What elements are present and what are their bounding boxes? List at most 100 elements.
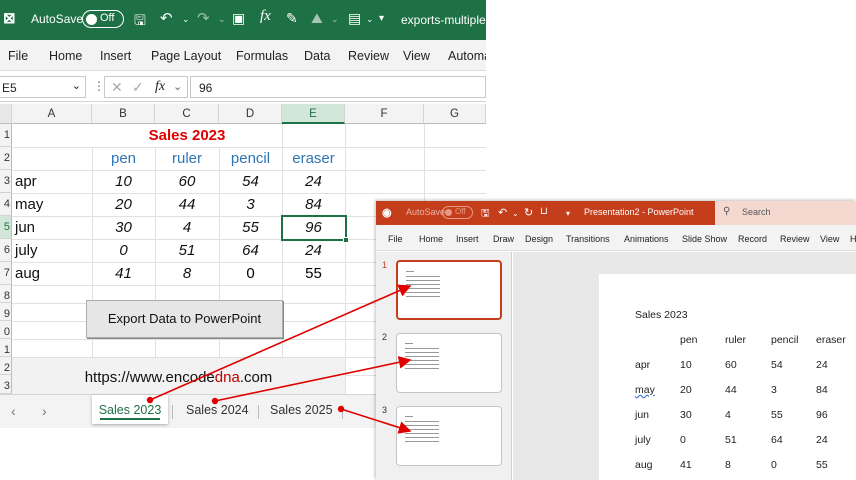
tab-scroll-left-icon[interactable]: ‹: [11, 403, 16, 419]
col-header-e[interactable]: E: [282, 104, 345, 124]
menu-formulas[interactable]: Formulas: [236, 49, 288, 63]
redo-dropdown-icon[interactable]: ⌄: [218, 14, 226, 25]
slide-thumbnail-3[interactable]: [396, 406, 502, 466]
value-cell: 44: [178, 196, 196, 213]
table-dropdown-icon[interactable]: ⌄: [366, 14, 374, 25]
fill-handle[interactable]: [343, 237, 349, 243]
cell-selection-border: [281, 215, 347, 241]
format-painter-icon[interactable]: ✎: [286, 10, 298, 27]
menu-file[interactable]: File: [8, 49, 28, 63]
pp-customize-icon[interactable]: ▾: [566, 209, 570, 218]
pp-menu-file[interactable]: File: [388, 234, 403, 244]
url-suffix: .com: [239, 369, 273, 386]
col-header-a[interactable]: A: [12, 104, 92, 124]
row-header[interactable]: 3: [0, 375, 12, 394]
undo-dropdown-icon[interactable]: ⌄: [182, 14, 190, 25]
col-header-d[interactable]: D: [219, 104, 282, 124]
name-box-dropdown-icon[interactable]: ⌄: [72, 79, 81, 92]
menu-home[interactable]: Home: [49, 49, 82, 63]
sheet-title: Sales 2023: [92, 125, 282, 147]
cancel-icon[interactable]: ✕: [111, 79, 123, 96]
col-header-f[interactable]: F: [345, 104, 424, 124]
slide-number: 2: [382, 332, 388, 342]
row-header[interactable]: 5: [0, 216, 12, 239]
pp-menu-design[interactable]: Design: [525, 234, 553, 244]
menu-automate[interactable]: Automa: [448, 49, 486, 63]
slide-value: 8: [725, 459, 731, 471]
insert-function-icon[interactable]: fx: [155, 79, 165, 95]
customize-toolbar-icon[interactable]: ▾: [379, 13, 384, 24]
enter-icon[interactable]: ✓: [132, 79, 144, 96]
row-header[interactable]: 1: [0, 124, 12, 147]
pp-undo-icon[interactable]: ↶: [498, 206, 507, 219]
tab-scroll-right-icon[interactable]: ›: [42, 403, 47, 419]
sheet-tab-sales-2023[interactable]: Sales 2023: [92, 395, 168, 424]
function-icon[interactable]: fx: [260, 8, 271, 25]
formula-controls: ✕ ✓ fx ⌄: [104, 76, 188, 98]
pp-menu-draw[interactable]: Draw: [493, 234, 514, 244]
expand-icon[interactable]: ⌄: [173, 80, 182, 93]
row-header[interactable]: 2: [0, 357, 12, 375]
pp-menu-help[interactable]: H: [850, 234, 856, 244]
save-icon[interactable]: 🖫: [134, 10, 146, 34]
pp-search-box[interactable]: ⚲ Search: [715, 201, 856, 225]
pp-autosave-state: Off: [455, 207, 466, 216]
pp-menu-record[interactable]: Record: [738, 234, 767, 244]
pp-redo-icon[interactable]: ↻: [524, 206, 533, 219]
row-header[interactable]: 4: [0, 193, 12, 216]
slide-editing-canvas: Sales 2023 pen ruler pencil eraser apr 1…: [513, 252, 856, 480]
pp-autosave-toggle[interactable]: Off: [442, 206, 473, 219]
powerpoint-title-bar: ◉ AutoSave Off 🖫 ↶ ⌄ ↻ ⊔ ▾ Presentation2…: [376, 201, 856, 225]
pp-document-name: Presentation2 - PowerPoint: [584, 207, 694, 217]
pp-menu-insert[interactable]: Insert: [456, 234, 479, 244]
sheet-tab-sales-2025[interactable]: Sales 2025: [270, 403, 333, 417]
pp-menu-animations[interactable]: Animations: [624, 234, 669, 244]
pp-present-icon[interactable]: ⊔: [540, 206, 548, 217]
table-icon[interactable]: ▤: [348, 10, 361, 27]
pp-menu-slide-show[interactable]: Slide Show: [682, 234, 727, 244]
formula-bar: E5 ⌄ ⋮ ✕ ✓ fx ⌄ 96: [0, 72, 486, 102]
slide-thumbnail-2[interactable]: [396, 333, 502, 393]
row-header[interactable]: 6: [0, 239, 12, 262]
row-header[interactable]: 9: [0, 303, 12, 321]
pp-save-icon[interactable]: 🖫: [481, 206, 490, 223]
row-header[interactable]: 7: [0, 262, 12, 285]
name-box[interactable]: E5 ⌄: [0, 76, 86, 98]
undo-icon[interactable]: ↶: [160, 9, 173, 27]
menu-page-layout[interactable]: Page Layout: [151, 49, 221, 63]
menu-insert[interactable]: Insert: [100, 49, 131, 63]
url-highlight: dna: [214, 369, 240, 386]
menu-review[interactable]: Review: [348, 49, 389, 63]
col-header-c[interactable]: C: [155, 104, 219, 124]
pp-undo-dropdown-icon[interactable]: ⌄: [512, 209, 519, 218]
autosave-toggle[interactable]: Off: [82, 10, 124, 28]
value-cell: 84: [305, 196, 322, 213]
menu-view[interactable]: View: [403, 49, 430, 63]
col-header-b[interactable]: B: [92, 104, 155, 124]
form-icon[interactable]: ▣: [232, 10, 245, 27]
row-header[interactable]: 8: [0, 285, 12, 303]
chart-icon[interactable]: ⛰: [311, 10, 323, 27]
formula-input[interactable]: 96: [190, 76, 486, 98]
row-header[interactable]: 3: [0, 170, 12, 193]
row-header[interactable]: 0: [0, 321, 12, 339]
sheet-tab-sales-2024[interactable]: Sales 2024: [186, 403, 249, 417]
pp-menu-view[interactable]: View: [820, 234, 839, 244]
pp-menu-home[interactable]: Home: [419, 234, 443, 244]
pp-menu-review[interactable]: Review: [780, 234, 810, 244]
export-to-powerpoint-button[interactable]: Export Data to PowerPoint: [86, 300, 283, 338]
slide-value: 54: [771, 359, 783, 371]
excel-logo-icon: ⊠: [3, 10, 16, 27]
row-header[interactable]: 2: [0, 147, 12, 170]
col-header-g[interactable]: G: [424, 104, 486, 124]
slide-value: 4: [725, 409, 731, 421]
chart-dropdown-icon[interactable]: ⌄: [331, 14, 339, 25]
slide-value: 55: [816, 459, 828, 471]
pp-menu-transitions[interactable]: Transitions: [566, 234, 610, 244]
redo-icon[interactable]: ↷: [197, 9, 210, 27]
current-slide[interactable]: Sales 2023 pen ruler pencil eraser apr 1…: [599, 274, 856, 480]
slide-thumbnail-1[interactable]: [396, 260, 502, 320]
select-all-corner[interactable]: [0, 104, 12, 124]
row-header[interactable]: 1: [0, 339, 12, 357]
menu-data[interactable]: Data: [304, 49, 330, 63]
